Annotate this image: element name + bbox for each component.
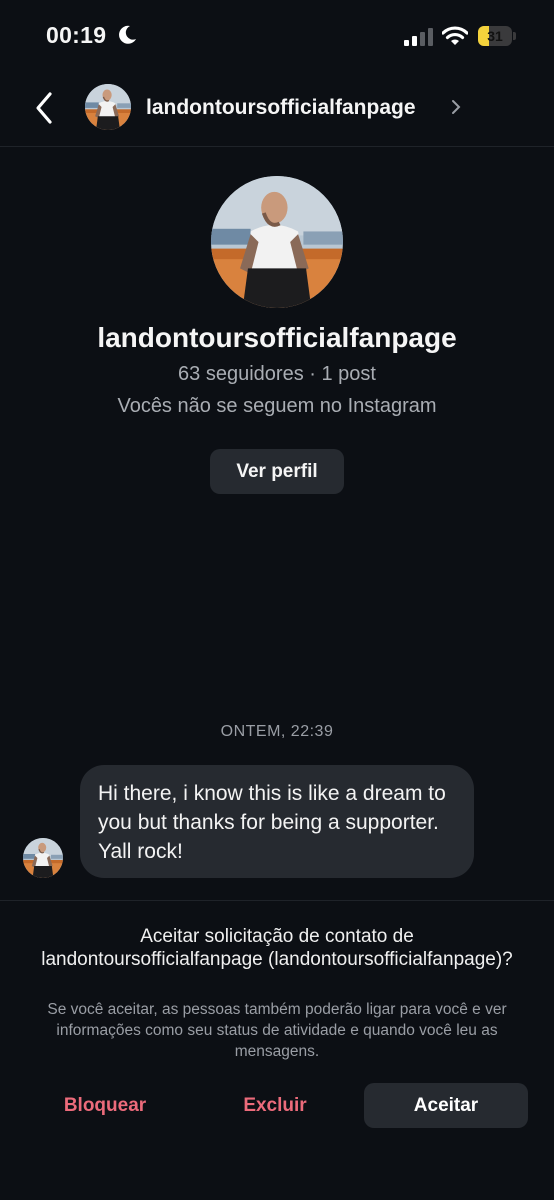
request-panel: Aceitar solicitação de contato de landon…	[0, 900, 554, 1200]
signal-icon	[404, 28, 434, 46]
profile-username: landontoursofficialfanpage	[97, 322, 457, 353]
header-avatar[interactable]	[85, 84, 131, 130]
accept-button[interactable]: Aceitar	[364, 1083, 528, 1128]
chevron-right-icon[interactable]	[450, 98, 462, 116]
message-bubble[interactable]: Hi there, i know this is like a dream to…	[80, 765, 474, 878]
profile-avatar[interactable]	[211, 176, 343, 308]
message-avatar[interactable]	[23, 838, 63, 878]
view-profile-button[interactable]: Ver perfil	[210, 449, 344, 494]
message-timestamp: ONTEM, 22:39	[220, 723, 334, 740]
back-arrow-icon[interactable]	[28, 88, 60, 128]
battery-icon: 31	[478, 26, 516, 46]
request-description: Se você aceitar, as pessoas também poder…	[47, 1001, 507, 1060]
battery-level: 31	[487, 28, 503, 44]
status-time: 00:19	[46, 22, 107, 48]
moon-icon	[116, 24, 138, 46]
wifi-icon	[441, 25, 469, 47]
status-bar: 00:19 31	[0, 0, 554, 72]
header-username[interactable]: landontoursofficialfanpage	[146, 96, 416, 120]
profile-stats: 63 seguidores · 1 post	[178, 363, 376, 385]
delete-button[interactable]: Excluir	[200, 1083, 350, 1128]
chat-header: landontoursofficialfanpage	[0, 72, 554, 147]
block-button[interactable]: Bloquear	[30, 1083, 180, 1128]
follow-status: Vocês não se seguem no Instagram	[117, 395, 437, 417]
request-title: Aceitar solicitação de contato de landon…	[41, 926, 513, 970]
